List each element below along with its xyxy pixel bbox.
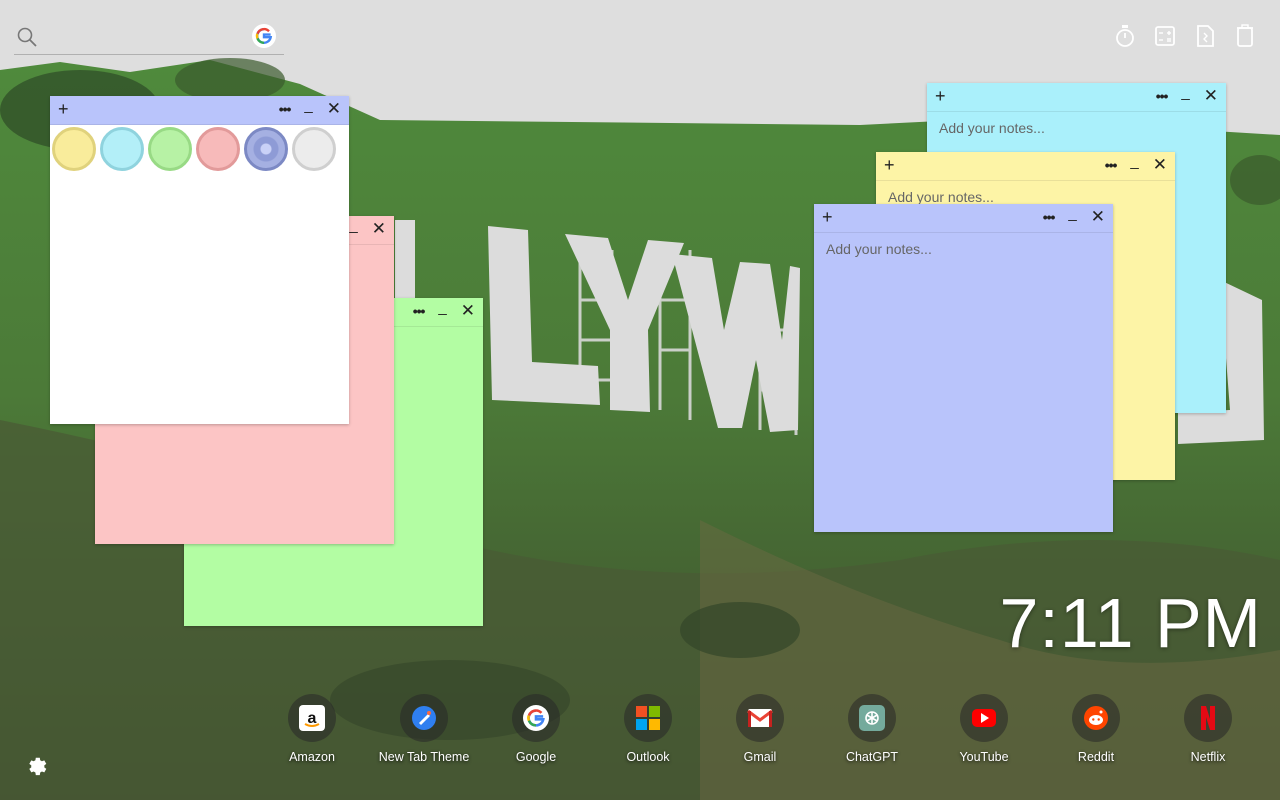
shortcut-label: YouTube <box>959 750 1009 764</box>
shortcut-dock: a Amazon New Tab Theme Google Outlook Gm… <box>256 694 1264 764</box>
shortcut-netflix[interactable]: Netflix <box>1152 694 1264 764</box>
close-button[interactable]: ✕ <box>461 302 475 320</box>
search-input[interactable] <box>46 26 250 50</box>
minimize-button[interactable]: _ <box>349 217 357 235</box>
close-button[interactable]: ✕ <box>1153 156 1167 174</box>
minimize-button[interactable]: _ <box>1181 84 1189 102</box>
svg-text:a: a <box>308 710 317 727</box>
close-button[interactable]: ✕ <box>372 220 386 238</box>
reddit-icon <box>1072 694 1120 742</box>
top-toolbar <box>1114 24 1256 48</box>
shortcut-label: Gmail <box>743 750 777 764</box>
more-options-button[interactable]: ••• <box>1043 208 1056 226</box>
shortcut-label: Amazon <box>289 750 335 764</box>
more-options-button[interactable]: ••• <box>279 100 292 118</box>
add-note-button[interactable]: + <box>884 156 895 174</box>
new-tab-theme-icon <box>400 694 448 742</box>
color-swatch-cyan[interactable] <box>100 127 144 171</box>
color-swatch-pink[interactable] <box>196 127 240 171</box>
chatgpt-icon <box>848 694 896 742</box>
more-options-button[interactable]: ••• <box>1105 156 1118 174</box>
shortcut-new-tab-theme[interactable]: New Tab Theme <box>368 694 480 764</box>
color-swatch-green[interactable] <box>148 127 192 171</box>
add-note-button[interactable]: + <box>822 208 833 226</box>
shortcut-label: Reddit <box>1077 750 1115 764</box>
color-swatch-blue-selected[interactable] <box>244 127 288 171</box>
sticky-note-color-picker[interactable]: + ••• _ ✕ <box>50 96 349 424</box>
color-swatch-yellow[interactable] <box>52 127 96 171</box>
amazon-icon: a <box>288 694 336 742</box>
settings-gear-icon[interactable] <box>24 752 48 781</box>
shortcut-label: Google <box>515 750 557 764</box>
sticky-note-blue[interactable]: + ••• _ ✕ <box>814 204 1113 532</box>
minimize-button[interactable]: _ <box>304 97 312 115</box>
shortcut-outlook[interactable]: Outlook <box>592 694 704 764</box>
close-button[interactable]: ✕ <box>1091 208 1105 226</box>
add-note-button[interactable]: + <box>58 100 69 118</box>
shortcut-google[interactable]: Google <box>480 694 592 764</box>
minimize-button[interactable]: _ <box>1068 205 1076 223</box>
shortcut-label: ChatGPT <box>845 750 899 764</box>
google-g-icon[interactable] <box>252 24 276 53</box>
minimize-button[interactable]: _ <box>438 299 446 317</box>
add-note-button[interactable]: + <box>935 87 946 105</box>
shortcut-chatgpt[interactable]: ChatGPT <box>816 694 928 764</box>
more-options-button[interactable]: ••• <box>413 302 426 320</box>
close-button[interactable]: ✕ <box>327 100 341 118</box>
color-swatch-white[interactable] <box>292 127 336 171</box>
note-titlebar[interactable]: + ••• _ ✕ <box>814 204 1113 233</box>
shortcut-youtube[interactable]: YouTube <box>928 694 1040 764</box>
shortcut-label: Outlook <box>626 750 670 764</box>
note-titlebar[interactable]: + ••• _ ✕ <box>50 96 349 125</box>
shortcut-amazon[interactable]: a Amazon <box>256 694 368 764</box>
note-titlebar[interactable]: + ••• _ ✕ <box>927 83 1226 112</box>
calculator-icon[interactable] <box>1154 24 1176 48</box>
gmail-icon <box>736 694 784 742</box>
note-titlebar[interactable]: + ••• _ ✕ <box>876 152 1175 181</box>
clock: 7:11 PM <box>999 584 1262 662</box>
document-icon[interactable] <box>1194 24 1216 48</box>
note-textarea[interactable] <box>824 239 1107 521</box>
google-icon <box>512 694 560 742</box>
microsoft-icon <box>624 694 672 742</box>
close-button[interactable]: ✕ <box>1204 87 1218 105</box>
trash-icon[interactable] <box>1234 24 1256 48</box>
shortcut-label: Netflix <box>1190 750 1226 764</box>
netflix-icon <box>1184 694 1232 742</box>
search-icon[interactable] <box>16 26 38 53</box>
more-options-button[interactable]: ••• <box>1156 87 1169 105</box>
shortcut-label: New Tab Theme <box>378 750 470 764</box>
search-bar[interactable] <box>14 22 284 55</box>
minimize-button[interactable]: _ <box>1130 153 1138 171</box>
youtube-icon <box>960 694 1008 742</box>
shortcut-reddit[interactable]: Reddit <box>1040 694 1152 764</box>
timer-icon[interactable] <box>1114 24 1136 48</box>
shortcut-gmail[interactable]: Gmail <box>704 694 816 764</box>
color-picker <box>50 125 349 173</box>
